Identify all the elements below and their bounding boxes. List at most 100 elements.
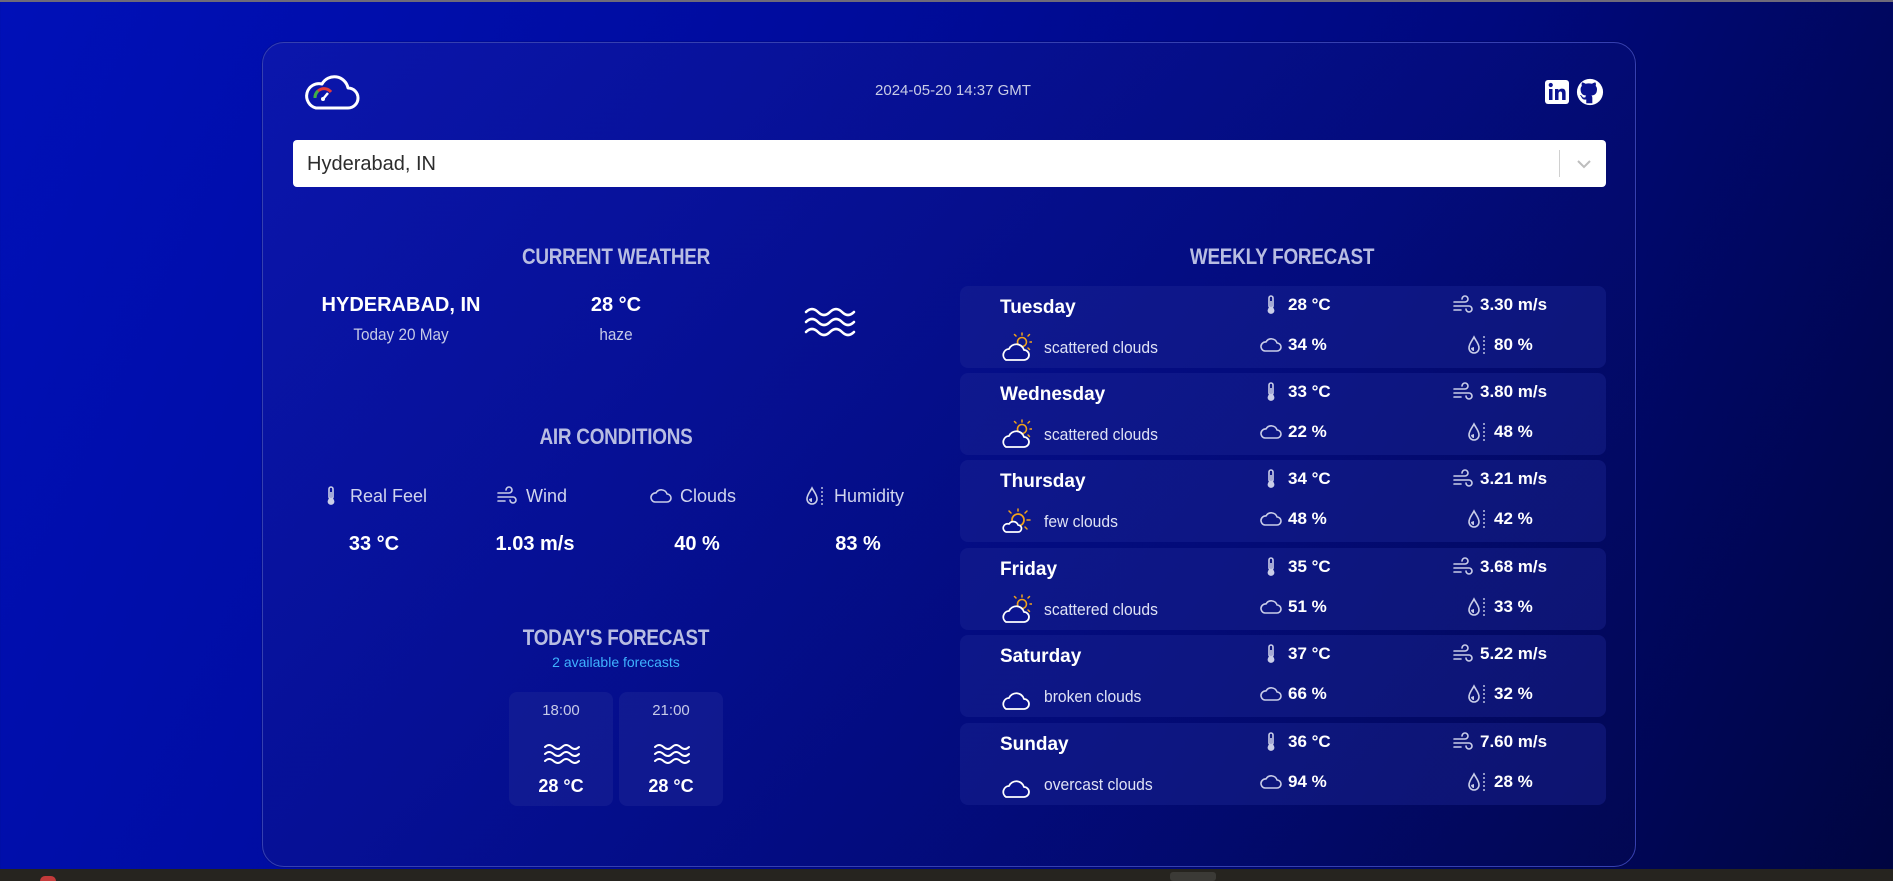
weekly-day-description: scattered clouds <box>1044 425 1158 444</box>
current-temp: 28 °C <box>590 294 642 316</box>
weekly-temp-value: 37 °C <box>1288 644 1331 663</box>
weekly-day-description: broken clouds <box>1044 687 1142 706</box>
air-clouds-label-group: Clouds <box>650 482 736 510</box>
humidity-icon <box>1468 509 1485 528</box>
weekly-clouds-value: 48 % <box>1288 509 1327 528</box>
weekly-clouds-value: 22 % <box>1288 422 1327 441</box>
air-wind-label-group: Wind <box>496 482 567 510</box>
wind-icon <box>1453 469 1473 487</box>
weekly-clouds-value: 51 % <box>1288 597 1327 616</box>
air-value-clouds: 40 % <box>674 533 720 555</box>
partly-cloudy-icon <box>1002 419 1032 448</box>
weekly-wind-value: 3.30 m/s <box>1480 295 1548 314</box>
weekly-clouds-value: 66 % <box>1288 684 1327 703</box>
haze-icon <box>654 744 690 764</box>
cloud-icon <box>1260 512 1282 526</box>
weekly-day-description: few clouds <box>1044 512 1118 531</box>
weekly-clouds: 66 % <box>1260 683 1327 705</box>
weekly-temp-value: 34 °C <box>1288 469 1331 488</box>
weekly-day-card: Wednesday scattered clouds 33 °C 22 % 3.80 m… <box>960 373 1606 455</box>
github-icon[interactable] <box>1575 78 1605 106</box>
weekly-humidity-value: 32 % <box>1494 684 1533 703</box>
haze-icon <box>544 744 580 764</box>
forecast-slot: 18:00 28 °C <box>509 692 613 806</box>
weekly-day-card: Friday scattered clouds 35 °C 51 % 3.68 m/s 3… <box>960 548 1606 630</box>
wind-icon <box>1453 732 1473 750</box>
weekly-wind-value: 3.80 m/s <box>1480 382 1548 401</box>
weekly-wind: 3.21 m/s <box>1452 468 1547 490</box>
thermometer-icon <box>1267 469 1275 488</box>
weekly-wind-value: 5.22 m/s <box>1480 644 1548 663</box>
thermometer-icon <box>1267 557 1275 576</box>
weekly-day-name: Tuesday <box>1000 297 1076 318</box>
taskbar-app-icon[interactable] <box>40 876 56 881</box>
weekly-wind: 5.22 m/s <box>1452 643 1547 665</box>
weekly-forecast-title: WEEKLY FORECAST <box>1189 244 1375 269</box>
select-separator <box>1559 150 1560 177</box>
weekly-clouds: 51 % <box>1260 596 1327 618</box>
air-label-clouds: Clouds <box>680 485 737 506</box>
cloud-icon <box>1002 780 1030 798</box>
header-datetime: 2024-05-20 14:37 GMT <box>875 82 1031 99</box>
air-label-realfeel: Real Feel <box>350 485 428 506</box>
forecast-temp: 28 °C <box>538 776 584 796</box>
sun-cloud-icon <box>1002 508 1031 533</box>
weekly-day-name: Saturday <box>1000 646 1082 667</box>
cloud-icon <box>1260 775 1282 789</box>
todays-forecast-title: TODAY'S FORECAST <box>522 625 710 650</box>
air-value-realfeel: 33 °C <box>348 533 400 555</box>
weekly-humidity: 33 % <box>1466 596 1533 618</box>
thermometer-icon <box>1267 295 1275 314</box>
air-value-wind: 1.03 m/s <box>495 533 575 555</box>
current-date: Today 20 May <box>353 325 449 344</box>
weekly-temp-value: 28 °C <box>1288 295 1331 314</box>
weekly-day-card: Tuesday scattered clouds 28 °C 34 % 3.30 m/s… <box>960 286 1606 368</box>
city-search-select[interactable]: Hyderabad, IN <box>293 140 1606 187</box>
weekly-clouds-value: 34 % <box>1288 335 1327 354</box>
chevron-down-icon[interactable] <box>1573 154 1595 174</box>
weekly-day-description: scattered clouds <box>1044 600 1158 619</box>
weekly-clouds: 34 % <box>1260 334 1327 356</box>
current-weather-title: CURRENT WEATHER <box>521 244 711 269</box>
weekly-humidity-value: 80 % <box>1494 335 1533 354</box>
todays-forecast-subtitle: 2 available forecasts <box>552 654 680 670</box>
current-description: haze <box>599 325 633 344</box>
wind-icon <box>1453 295 1473 313</box>
search-value: Hyderabad, IN <box>307 153 436 175</box>
weekly-clouds-value: 94 % <box>1288 772 1327 791</box>
thermometer-icon <box>1267 382 1275 401</box>
weekly-clouds: 48 % <box>1260 508 1327 530</box>
current-city: HYDERABAD, IN <box>321 294 481 316</box>
weekly-day-description: scattered clouds <box>1044 338 1158 357</box>
humidity-icon <box>806 486 823 505</box>
weekly-wind: 3.30 m/s <box>1452 294 1547 316</box>
thermometer-icon <box>1267 732 1275 751</box>
humidity-icon <box>1468 422 1485 441</box>
weekly-wind: 3.80 m/s <box>1452 381 1547 403</box>
humidity-icon <box>1468 335 1485 354</box>
weekly-temp: 28 °C <box>1260 294 1331 316</box>
weekly-day-description: overcast clouds <box>1044 775 1153 794</box>
weekly-day-name: Thursday <box>1000 471 1086 492</box>
air-label-humidity: Humidity <box>834 485 905 506</box>
weekly-wind-value: 7.60 m/s <box>1480 732 1548 751</box>
thermometer-icon <box>327 486 335 505</box>
taskbar-indicator <box>1170 872 1216 881</box>
cloud-icon <box>1260 687 1282 701</box>
weekly-humidity-value: 28 % <box>1494 772 1533 791</box>
weekly-humidity-value: 33 % <box>1494 597 1533 616</box>
weekly-day-card: Thursday few clouds 34 °C 48 % 3.21 m/s 42 % <box>960 460 1606 542</box>
weekly-humidity: 48 % <box>1466 421 1533 443</box>
weekly-wind-value: 3.21 m/s <box>1480 469 1548 488</box>
weekly-day-card: Sunday overcast clouds 36 °C 94 % 7.60 m/s 28… <box>960 723 1606 805</box>
linkedin-icon[interactable] <box>1544 78 1570 106</box>
cloud-icon <box>1260 600 1282 614</box>
cloud-icon <box>1260 425 1282 439</box>
weekly-wind: 3.68 m/s <box>1452 556 1547 578</box>
weekly-temp: 35 °C <box>1260 556 1331 578</box>
haze-icon <box>804 307 856 337</box>
forecast-time: 21:00 <box>652 702 690 719</box>
weekly-temp-value: 35 °C <box>1288 557 1331 576</box>
app-logo-icon <box>305 75 360 110</box>
partly-cloudy-icon <box>1002 332 1032 361</box>
